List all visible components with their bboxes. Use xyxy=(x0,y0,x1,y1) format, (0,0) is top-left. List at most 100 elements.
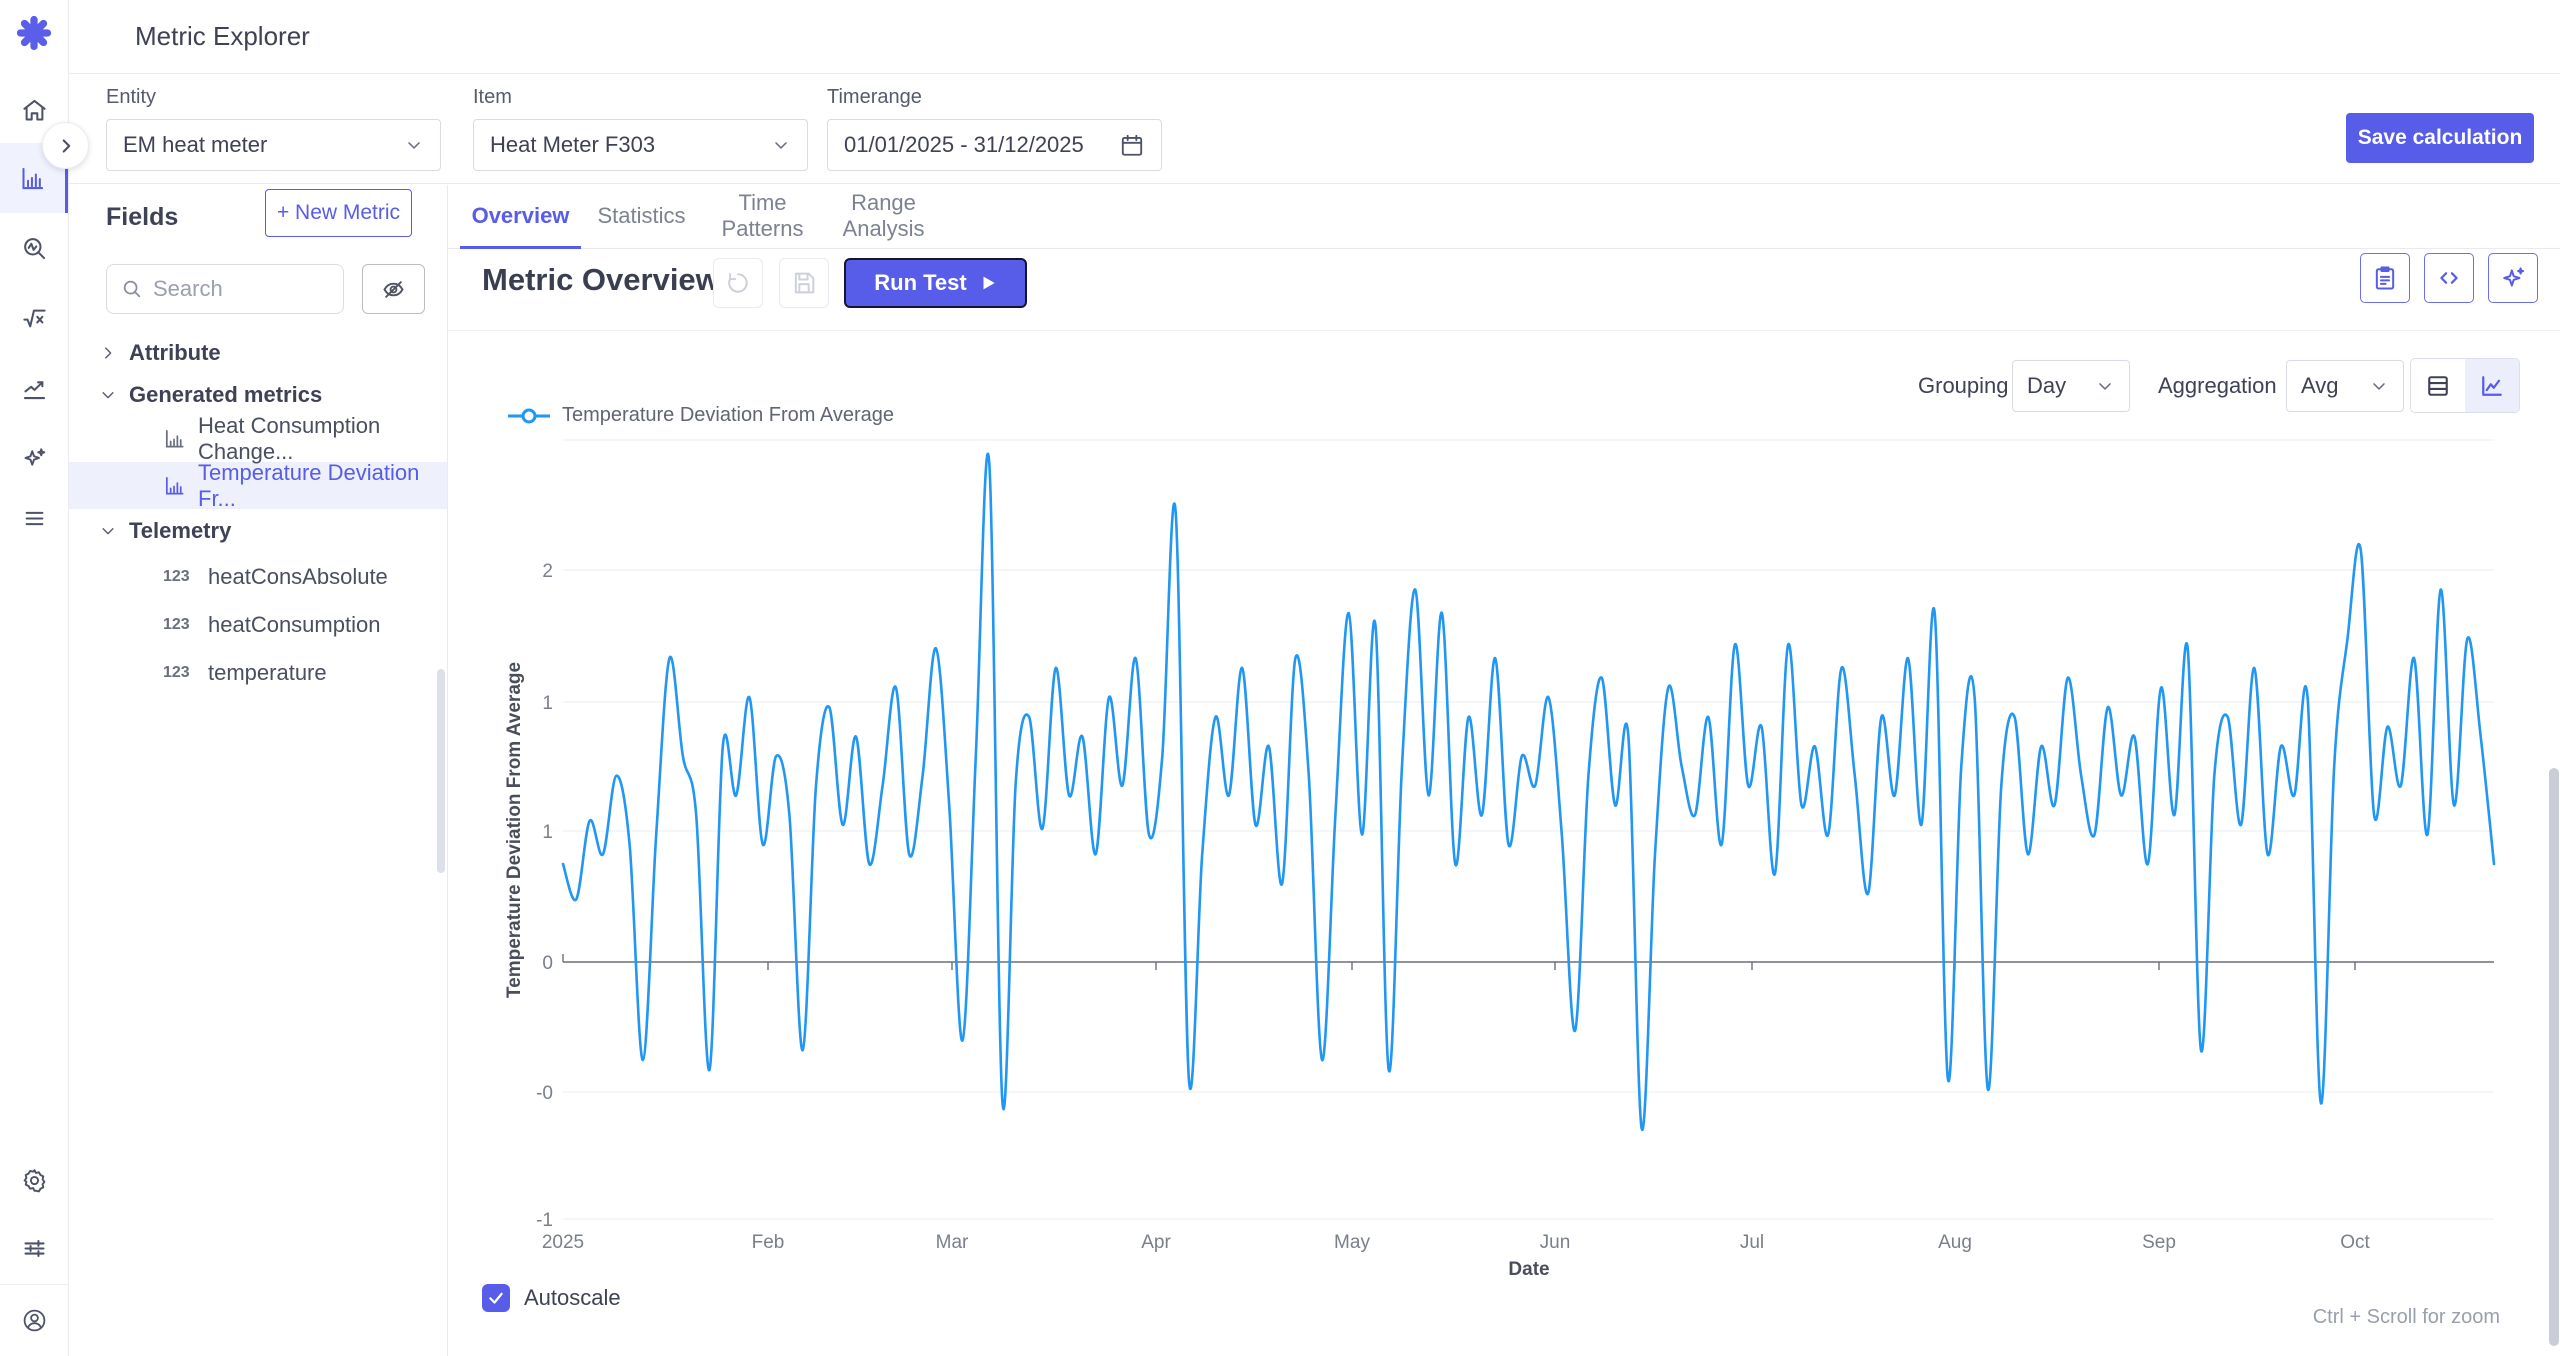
chart-canvas[interactable]: 2 1 1 0 -0 -1 Temperature Deviation From… xyxy=(448,430,2560,1310)
autoscale-label: Autoscale xyxy=(524,1285,621,1311)
ai-sparkle-icon xyxy=(2499,264,2527,292)
aggregation-select[interactable]: Avg xyxy=(2286,360,2404,412)
tree-item-temperature-deviation[interactable]: Temperature Deviation Fr... xyxy=(69,462,447,509)
entity-select[interactable]: EM heat meter xyxy=(106,119,441,171)
tree-item-label: Heat Consumption Change... xyxy=(198,413,447,465)
x-tick-label: Aug xyxy=(1938,1232,1972,1253)
report-button[interactable] xyxy=(2360,253,2410,303)
tree-item-heatconsabsolute[interactable]: 123 heatConsAbsolute xyxy=(69,553,447,601)
account-icon xyxy=(21,1307,48,1334)
tree-group-label: Generated metrics xyxy=(129,382,322,408)
section-divider xyxy=(448,330,2560,331)
reset-button[interactable] xyxy=(713,258,763,308)
chart-view-button[interactable] xyxy=(2465,359,2519,412)
run-test-button[interactable]: Run Test xyxy=(844,258,1027,308)
page-title: Metric Explorer xyxy=(135,21,310,52)
tree-group-label: Telemetry xyxy=(129,518,231,544)
chevron-down-icon xyxy=(404,135,424,155)
grouping-value: Day xyxy=(2027,373,2095,399)
tree-group-attribute[interactable]: Attribute xyxy=(69,331,447,375)
reset-icon xyxy=(724,269,752,297)
grouping-select[interactable]: Day xyxy=(2012,360,2130,412)
fields-panel: Fields + New Metric Attribute Generated … xyxy=(69,185,448,1356)
autoscale-checkbox[interactable] xyxy=(482,1284,510,1312)
top-header: Metric Explorer xyxy=(0,0,2560,74)
x-tick-label: 2025 xyxy=(542,1232,584,1253)
tree-item-temperature[interactable]: 123 temperature xyxy=(69,649,447,697)
item-select[interactable]: Heat Meter F303 xyxy=(473,119,808,171)
tab-bar: Overview Statistics Time Patterns Range … xyxy=(460,186,944,249)
chevron-down-icon xyxy=(99,386,117,404)
sliders-icon xyxy=(21,1235,48,1262)
code-icon xyxy=(2435,264,2463,292)
chevron-right-icon xyxy=(99,344,117,362)
tree-item-heat-consumption-change[interactable]: Heat Consumption Change... xyxy=(69,415,447,462)
fields-tree: Attribute Generated metrics Heat Consump… xyxy=(69,331,447,697)
x-tick-label: Sep xyxy=(2142,1232,2176,1253)
save-calculation-button[interactable]: Save calculation xyxy=(2346,113,2534,163)
page-scrollbar[interactable] xyxy=(2549,768,2559,1346)
tab-time-patterns[interactable]: Time Patterns xyxy=(702,186,823,249)
tab-range-analysis[interactable]: Range Analysis xyxy=(823,186,944,249)
chevron-down-icon xyxy=(2095,376,2115,396)
menu-icon xyxy=(21,505,48,532)
timerange-label: Timerange xyxy=(827,86,1162,109)
sidebar-item-menu[interactable] xyxy=(0,490,68,546)
chevron-down-icon xyxy=(99,522,117,540)
filter-bar: Entity EM heat meter Item Heat Meter F30… xyxy=(69,74,2560,184)
save-metric-button[interactable] xyxy=(779,258,829,308)
tab-overview[interactable]: Overview xyxy=(460,186,581,249)
sidebar-item-trends[interactable] xyxy=(0,360,68,416)
y-tick-label: 2 xyxy=(542,561,553,582)
search-input[interactable] xyxy=(153,276,329,302)
chevron-down-icon xyxy=(2369,376,2389,396)
tree-item-label: heatConsumption xyxy=(208,612,380,638)
formula-sqrt-icon xyxy=(21,305,48,332)
tab-statistics[interactable]: Statistics xyxy=(581,186,702,249)
y-tick-label: 1 xyxy=(542,693,553,714)
y-tick-label: -0 xyxy=(536,1083,553,1104)
fields-panel-scrollbar[interactable] xyxy=(437,669,445,873)
tree-item-label: heatConsAbsolute xyxy=(208,564,388,590)
fields-panel-title: Fields xyxy=(106,203,178,232)
app-logo-icon[interactable] xyxy=(15,14,53,52)
chart-legend[interactable]: Temperature Deviation From Average xyxy=(508,404,894,427)
tree-group-generated-metrics[interactable]: Generated metrics xyxy=(69,375,447,415)
grouping-label: Grouping xyxy=(1918,360,2009,412)
tree-item-label: Temperature Deviation Fr... xyxy=(198,460,447,512)
new-metric-button[interactable]: + New Metric xyxy=(265,189,412,237)
item-label: Item xyxy=(473,86,808,109)
metric-chart-icon xyxy=(163,474,186,497)
sidebar-item-settings[interactable] xyxy=(0,1152,68,1208)
view-toggle xyxy=(2410,358,2520,413)
toggle-visibility-button[interactable] xyxy=(362,264,425,314)
aggregation-value: Avg xyxy=(2301,373,2369,399)
chevron-right-icon xyxy=(55,135,77,157)
sidebar-item-formulas[interactable] xyxy=(0,290,68,346)
clipboard-icon xyxy=(2371,264,2399,292)
fields-search xyxy=(106,264,344,314)
run-test-label: Run Test xyxy=(874,270,966,296)
sidebar-item-ai[interactable] xyxy=(0,430,68,486)
section-title: Metric Overview xyxy=(482,262,720,298)
sidebar-item-explore[interactable] xyxy=(0,220,68,276)
sparkles-icon xyxy=(21,445,48,472)
ai-assistant-button[interactable] xyxy=(2488,253,2538,303)
eye-off-icon xyxy=(380,276,407,303)
x-axis-title: Date xyxy=(1508,1259,1549,1280)
series-line xyxy=(563,454,2494,1130)
timerange-input[interactable]: 01/01/2025 - 31/12/2025 xyxy=(827,119,1162,171)
sidebar-item-preferences[interactable] xyxy=(0,1220,68,1276)
code-button[interactable] xyxy=(2424,253,2474,303)
table-view-button[interactable] xyxy=(2411,359,2465,412)
y-tick-label: 0 xyxy=(542,953,553,974)
x-tick-label: Apr xyxy=(1141,1232,1171,1253)
x-tick-label: Jun xyxy=(1540,1232,1571,1253)
y-axis-title: Temperature Deviation From Average xyxy=(504,662,525,998)
calendar-icon xyxy=(1119,132,1145,158)
tree-item-heatconsumption[interactable]: 123 heatConsumption xyxy=(69,601,447,649)
tree-group-telemetry[interactable]: Telemetry xyxy=(69,509,447,553)
sidebar-expand-button[interactable] xyxy=(42,122,89,169)
sidebar-item-account[interactable] xyxy=(0,1292,68,1348)
y-tick-label: 1 xyxy=(542,822,553,843)
